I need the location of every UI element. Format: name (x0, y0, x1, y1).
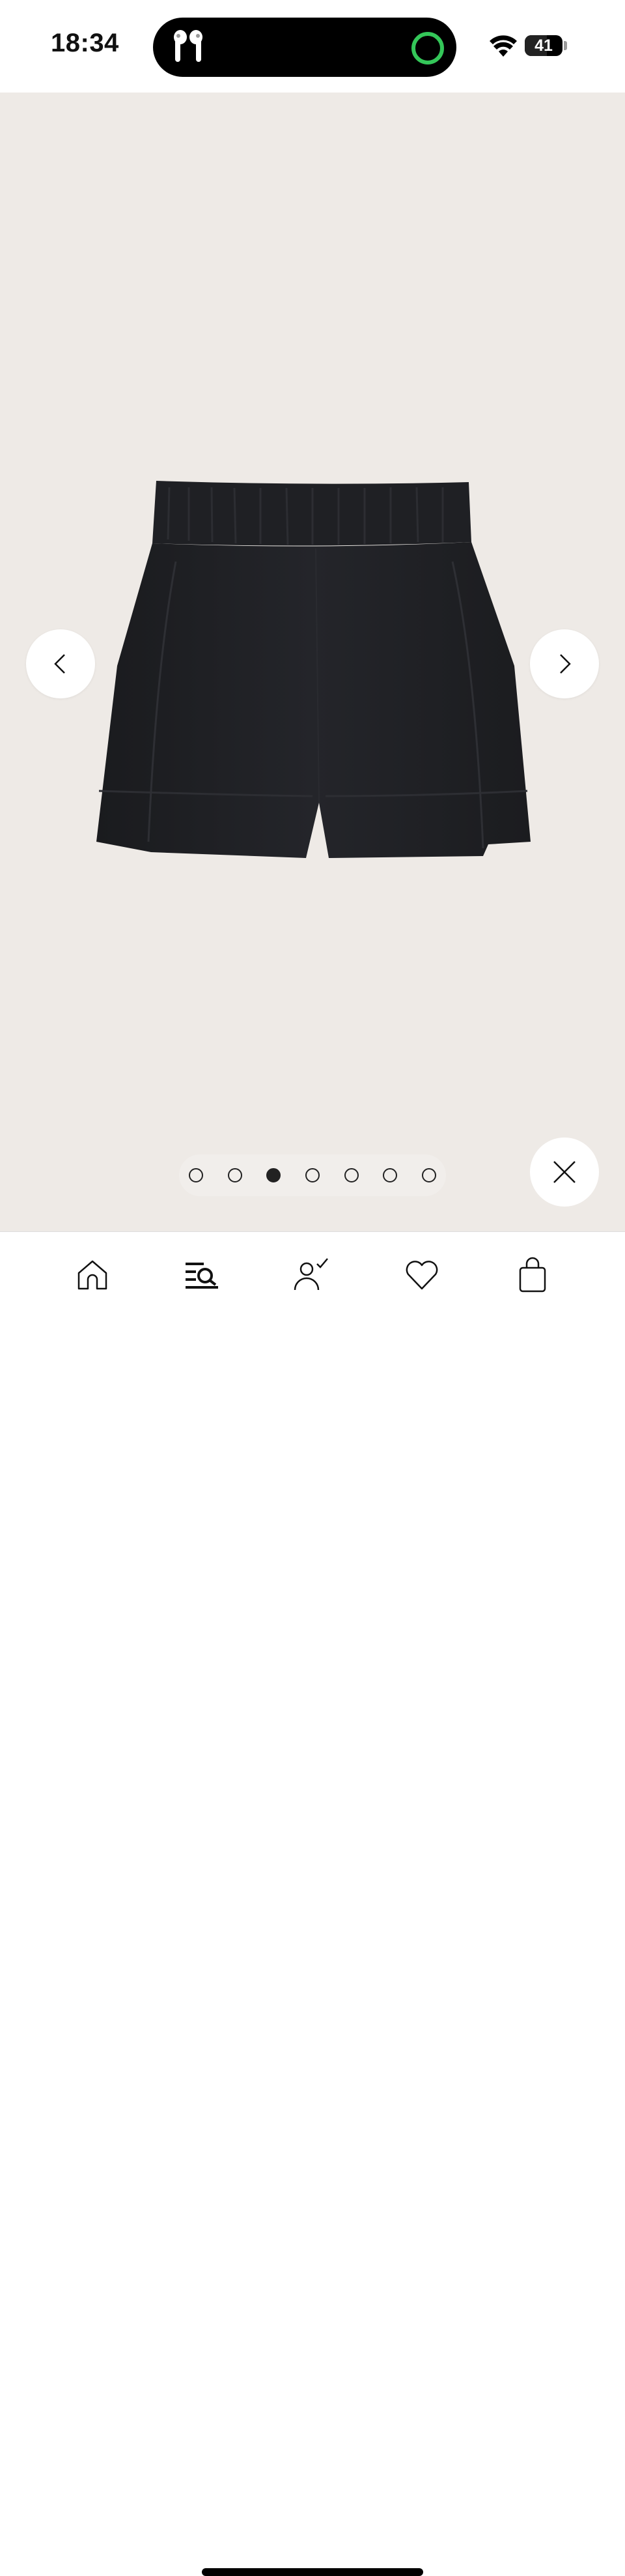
pagination-dot-4[interactable] (305, 1168, 320, 1182)
home-icon (77, 1260, 107, 1290)
pagination-dot-2[interactable] (227, 1168, 242, 1182)
airpods-icon (174, 30, 202, 62)
account-check-icon (294, 1258, 328, 1291)
tab-bag[interactable] (512, 1254, 553, 1296)
next-image-button[interactable] (530, 629, 599, 698)
pagination-dot-3[interactable] (266, 1168, 281, 1182)
status-time: 18:34 (51, 29, 119, 57)
battery-level: 41 (535, 36, 553, 55)
dynamic-island (153, 18, 456, 77)
battery-icon: 41 (525, 35, 562, 56)
home-indicator (202, 2568, 423, 2576)
pagination-dot-1[interactable] (189, 1168, 203, 1182)
pagination-dot-7[interactable] (421, 1168, 436, 1182)
previous-image-button[interactable] (26, 629, 95, 698)
wifi-icon (490, 35, 517, 57)
battery-nub (564, 41, 567, 50)
close-viewer-button[interactable] (530, 1138, 599, 1207)
tab-home[interactable] (72, 1254, 113, 1296)
product-image-viewer[interactable] (0, 93, 625, 1231)
pagination-dot-5[interactable] (344, 1168, 359, 1182)
close-icon (553, 1161, 576, 1183)
tab-account[interactable] (290, 1254, 332, 1296)
chevron-left-icon (54, 654, 65, 674)
tab-search[interactable] (181, 1254, 223, 1296)
tab-favorites[interactable] (401, 1254, 443, 1296)
search-list-icon (186, 1263, 218, 1289)
bottom-tab-bar (0, 1231, 625, 2576)
screen-recording-indicator (411, 32, 444, 64)
status-bar: 18:34 41 (0, 0, 625, 93)
image-pagination (179, 1154, 446, 1196)
shopping-bag-icon (519, 1257, 546, 1293)
chevron-right-icon (560, 654, 571, 674)
pagination-dot-6[interactable] (383, 1168, 398, 1182)
heart-icon (406, 1261, 438, 1290)
